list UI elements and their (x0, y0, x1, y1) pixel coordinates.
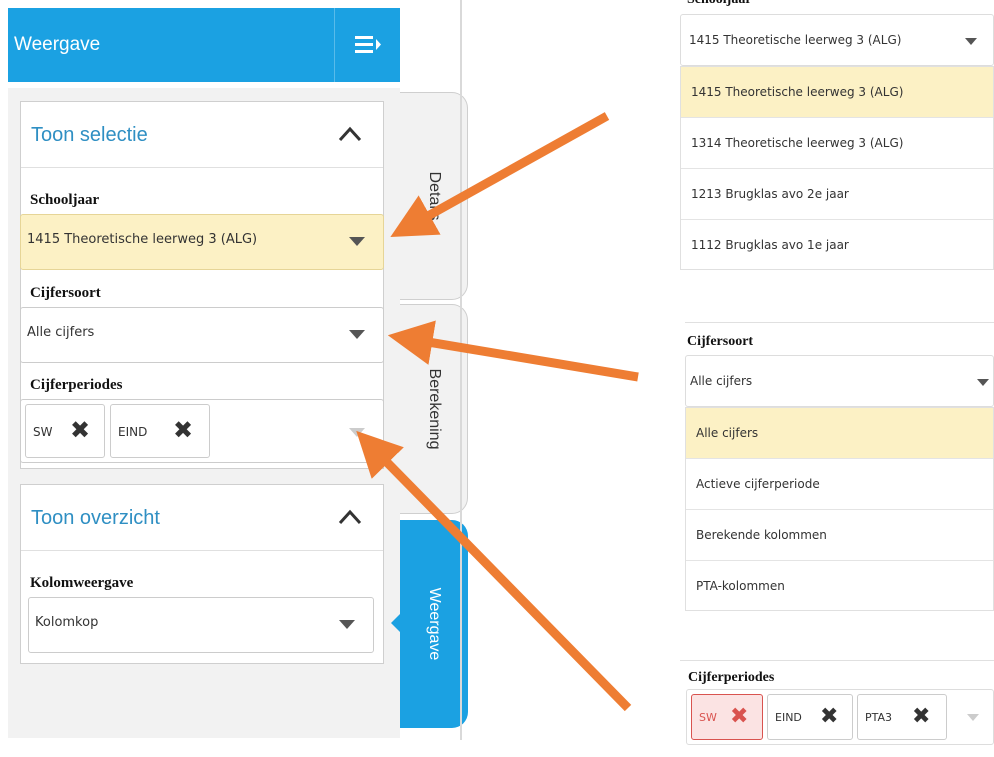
arrow-to-cijfersoort (387, 320, 639, 382)
arrow-to-cijferperiodes (356, 430, 632, 712)
annotation-arrows (356, 112, 639, 712)
arrow-to-schooljaar (390, 112, 610, 237)
